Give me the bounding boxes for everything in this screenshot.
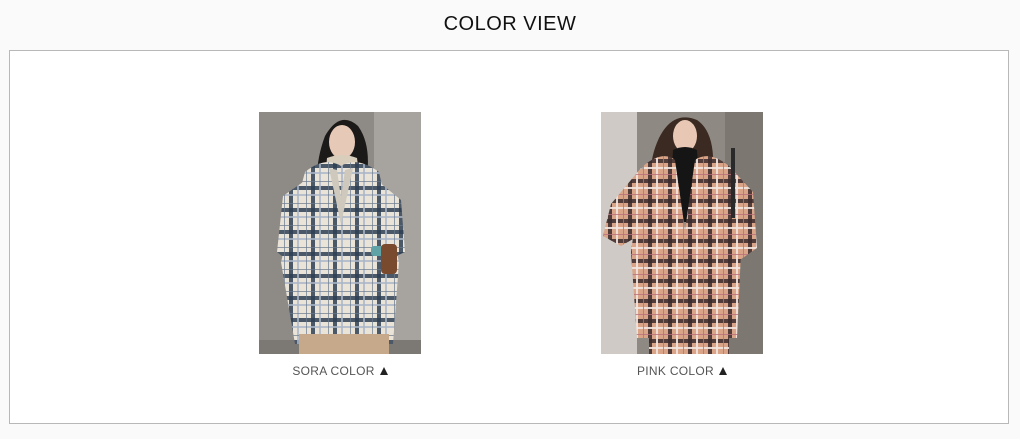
pink-color-label[interactable]: PINK COLOR [601, 364, 763, 378]
color-view-frame: SORA COLOR PINK COLOR [9, 50, 1009, 424]
sora-color-photo[interactable] [259, 112, 421, 354]
color-card-sora: SORA COLOR [259, 112, 421, 378]
sora-color-label[interactable]: SORA COLOR [259, 364, 421, 378]
triangle-up-icon [719, 367, 727, 375]
triangle-up-icon [379, 367, 388, 375]
color-card-pink: PINK COLOR [601, 112, 763, 378]
pink-color-text: PINK COLOR [636, 364, 714, 378]
color-view-section: COLOR VIEW SORA COLOR PINK COLOR [0, 0, 1020, 439]
pink-color-photo[interactable] [601, 112, 763, 354]
sora-color-text: SORA COLOR [292, 364, 375, 378]
section-title: COLOR VIEW [443, 13, 577, 35]
